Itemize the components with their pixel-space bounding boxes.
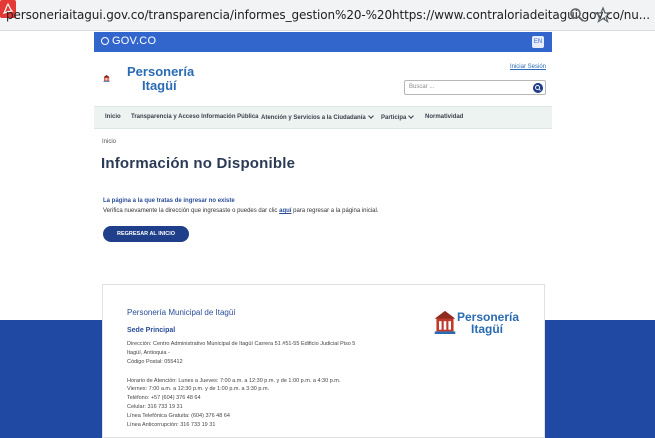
nav-item-normatividad[interactable]: Normatividad bbox=[425, 114, 463, 120]
url-field[interactable]: personeriaitagui.gov.co/transparencia/in… bbox=[6, 8, 650, 22]
main-nav: Inicio Transparencia y Acceso Informació… bbox=[94, 106, 552, 129]
bookmark-star-icon[interactable] bbox=[594, 6, 612, 24]
footer-logo-line2: Itagüí bbox=[471, 322, 503, 336]
site-header: Personería Itagüí Iniciar Sesión Buscar … bbox=[94, 52, 552, 104]
footer-logo-icon bbox=[434, 310, 456, 334]
page-title: Información no Disponible bbox=[101, 155, 296, 172]
govco-icon bbox=[101, 37, 109, 45]
footer-line: Viernes: 7:00 a.m. a 12:30 p.m. y de 1:0… bbox=[127, 386, 270, 392]
govco-label: GOV.CO bbox=[112, 35, 157, 47]
nav-item-transparencia[interactable]: Transparencia y Acceso Información Públi… bbox=[131, 114, 259, 120]
footer-line: Dirección: Centro Administrativo Municip… bbox=[127, 341, 356, 347]
footer-line: Celular: 316 733 19 31 bbox=[127, 404, 183, 410]
footer-title: Personería Municipal de Itagüí bbox=[127, 308, 236, 317]
search-input[interactable]: Buscar ... bbox=[404, 80, 546, 95]
logo-text-line1: Personería bbox=[127, 64, 195, 79]
nav-item-participa[interactable]: Participa bbox=[381, 113, 415, 121]
footer-line: Código Postal: 055412 bbox=[127, 359, 183, 365]
footer-line: Línea Telefónica Gratuita: (604) 376 48 … bbox=[127, 413, 230, 419]
breadcrumb[interactable]: Inicio bbox=[102, 139, 116, 145]
nav-item-inicio[interactable]: Inicio bbox=[105, 114, 121, 120]
zoom-icon[interactable] bbox=[568, 6, 586, 24]
footer-line: Teléfono: +57 (604) 376 48 64 bbox=[127, 395, 201, 401]
login-link[interactable]: Iniciar Sesión bbox=[510, 64, 546, 70]
language-icon[interactable]: EN bbox=[532, 36, 544, 48]
error-message-title: La página a la que tratas de ingresar no… bbox=[103, 198, 235, 204]
govco-bar: GOV.CO EN bbox=[94, 32, 552, 52]
chevron-down-icon bbox=[367, 113, 374, 119]
footer-subtitle: Sede Principal bbox=[127, 327, 176, 334]
home-link[interactable]: aquí bbox=[279, 208, 291, 214]
logo-text-line2: Itagüí bbox=[142, 78, 177, 93]
chevron-down-icon bbox=[408, 113, 415, 119]
nav-item-atencion[interactable]: Atención y Servicios a la Ciudadanía bbox=[261, 113, 374, 121]
search-icon[interactable] bbox=[533, 83, 543, 93]
govco-logo[interactable]: GOV.CO bbox=[101, 35, 156, 47]
footer-line: Itagüí, Antioquia - bbox=[127, 350, 170, 356]
search-placeholder: Buscar ... bbox=[409, 84, 435, 90]
footer-line: Horario de Atención: Lunes a Jueves: 7:0… bbox=[127, 378, 341, 384]
footer-card: Personería Municipal de Itagüí Sede Prin… bbox=[102, 284, 545, 438]
browser-address-bar: personeriaitagui.gov.co/transparencia/in… bbox=[0, 0, 655, 31]
back-home-button[interactable]: REGRESAR AL INICIO bbox=[103, 226, 189, 242]
error-message-text: Verifica nuevamente la dirección que ing… bbox=[103, 208, 379, 214]
page: personeriaitagui.gov.co/transparencia/in… bbox=[0, 0, 655, 438]
footer-line: Línea Anticorrupción: 316 733 19 31 bbox=[127, 422, 216, 428]
